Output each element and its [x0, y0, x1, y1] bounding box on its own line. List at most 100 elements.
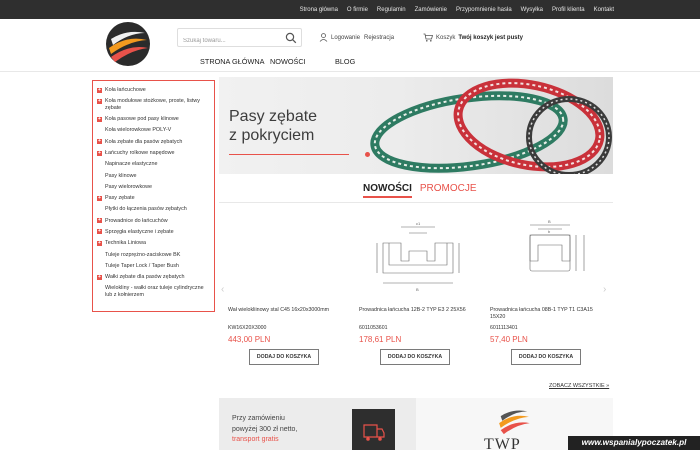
- product-price: 443,00 PLN: [228, 335, 271, 344]
- product-name[interactable]: Prowadnica łańcucha 08B-1 TYP T1 C3A15 1…: [490, 307, 608, 320]
- sidebar-item[interactable]: + Prowadnice do łańcuchów: [97, 218, 210, 225]
- expand-icon[interactable]: +: [97, 116, 102, 122]
- register-link[interactable]: Rejestracja: [364, 35, 394, 41]
- promo-text: Przy zamówieniu powyżej 300 zł netto, tr…: [232, 414, 297, 446]
- site-logo[interactable]: [105, 21, 151, 67]
- cart-widget[interactable]: Koszyk Twój koszyk jest pusty: [423, 33, 523, 42]
- search-icon[interactable]: [285, 32, 297, 44]
- sidebar-item-label: Płytki do łączenia pasów zębatych: [105, 206, 187, 213]
- top-nav-order[interactable]: Zamówienie: [415, 7, 447, 13]
- tabs-divider: [219, 202, 613, 203]
- product-image[interactable]: [238, 213, 336, 293]
- sidebar-item[interactable]: + Pasy zębate: [97, 195, 210, 202]
- account-links: Logowanie Rejestracja: [319, 33, 398, 42]
- sidebar-item[interactable]: + Koła pasowe pod pasy klinowe: [97, 116, 210, 123]
- svg-text:c1: c1: [416, 221, 421, 226]
- top-nav-contact[interactable]: Kontakt: [594, 7, 614, 13]
- expand-icon[interactable]: +: [97, 218, 102, 224]
- product-name[interactable]: Prowadnica łańcucha 12B-2 TYP E3 2 25X56: [359, 307, 477, 314]
- cart-icon: [423, 33, 433, 42]
- sidebar-item-label: Tuleje Taper Lock / Taper Bush: [105, 262, 179, 269]
- sidebar-item[interactable]: + Sprzęgła elastyczne i zębate: [97, 229, 210, 236]
- sidebar-item[interactable]: Tuleje rozprężno-zaciskowe BK: [97, 252, 210, 259]
- product-price: 57,40 PLN: [490, 335, 528, 344]
- product-code: KW16X20X3000: [228, 325, 267, 331]
- main-nav-blog[interactable]: BLOG: [335, 57, 355, 66]
- sidebar-item[interactable]: + Łańcuchy rolkowe napędowe: [97, 150, 210, 157]
- sidebar-item[interactable]: + Koła zębate dla pasów zębatych: [97, 139, 210, 146]
- sidebar-item[interactable]: Wielokliny - wałki oraz tuleje cylindryc…: [97, 285, 210, 298]
- banner-line-1: Pasy zębate: [229, 108, 318, 125]
- top-nav-home[interactable]: Strona główna: [300, 7, 338, 13]
- sidebar-item[interactable]: Napinacze elastyczne: [97, 161, 210, 168]
- product-card: B b Prowadnica łańcucha 08B-1 TYP T1 C3A…: [490, 205, 608, 370]
- add-to-cart-button[interactable]: DODAJ DO KOSZYKA: [511, 349, 581, 365]
- truck-icon-box: [352, 409, 395, 450]
- sidebar-item[interactable]: + Technika Liniowa: [97, 240, 210, 247]
- brand-name: TWP: [484, 436, 521, 450]
- sidebar-item[interactable]: + Wałki zębate dla pasów zębatych: [97, 274, 210, 281]
- promo-line-1: Przy zamówieniu: [232, 415, 285, 422]
- expand-icon[interactable]: +: [97, 240, 102, 246]
- product-code: 6011113401: [490, 325, 518, 331]
- expand-icon[interactable]: +: [97, 139, 102, 145]
- top-nav-profile[interactable]: Profil klienta: [552, 7, 585, 13]
- expand-icon[interactable]: +: [97, 229, 102, 235]
- expand-icon[interactable]: +: [97, 98, 102, 104]
- sidebar-item-label: Pasy zębate: [105, 195, 135, 202]
- login-link[interactable]: Logowanie: [331, 35, 360, 41]
- tab-promotions[interactable]: PROMOCJE: [420, 183, 477, 198]
- sidebar-item-label: Koła modułowe stożkowe, proste, listwy z…: [105, 98, 200, 111]
- tab-new[interactable]: NOWOŚCI: [363, 183, 412, 198]
- sidebar-item[interactable]: Koła wielorowkowe POLY-V: [97, 127, 210, 134]
- cart-status: Twój koszyk jest pusty: [458, 34, 523, 41]
- banner-title: Pasy zębate z pokryciem: [229, 107, 317, 145]
- top-nav-shipping[interactable]: Wysyłka: [521, 7, 543, 13]
- sidebar-item-label: Pasy wielorowkowe: [105, 183, 153, 190]
- banner-dot[interactable]: [365, 152, 370, 157]
- see-all-link[interactable]: ZOBACZ WSZYSTKIE »: [549, 383, 609, 389]
- main-nav-new[interactable]: NOWOŚCI: [270, 57, 306, 66]
- carousel-prev-icon[interactable]: ‹: [221, 284, 224, 295]
- top-nav: Strona główna O firmie Regulamin Zamówie…: [291, 0, 614, 19]
- sidebar-item-label: Wałki zębate dla pasów zębatych: [105, 274, 185, 281]
- add-to-cart-button[interactable]: DODAJ DO KOSZYKA: [380, 349, 450, 365]
- top-nav-about[interactable]: O firmie: [347, 7, 368, 13]
- sidebar-item[interactable]: Pasy klinowe: [97, 173, 210, 180]
- search-input[interactable]: [178, 32, 282, 50]
- add-to-cart-button[interactable]: DODAJ DO KOSZYKA: [249, 349, 319, 365]
- main-nav-home[interactable]: STRONA GŁÓWNA: [200, 57, 264, 66]
- top-bar: Strona główna O firmie Regulamin Zamówie…: [0, 0, 700, 19]
- svg-text:B: B: [416, 287, 419, 292]
- sidebar-item-label: Napinacze elastyczne: [105, 161, 158, 168]
- sidebar-item-label: Koła łańcuchowe: [105, 87, 146, 93]
- svg-text:B: B: [548, 219, 551, 224]
- cart-label: Koszyk: [436, 34, 456, 41]
- sidebar-item[interactable]: Tuleje Taper Lock / Taper Bush: [97, 263, 210, 270]
- brand-logo: [499, 410, 530, 435]
- product-code: 6011053601: [359, 325, 388, 331]
- expand-icon[interactable]: +: [97, 195, 102, 201]
- product-image[interactable]: c1 B: [369, 213, 467, 293]
- expand-icon[interactable]: +: [97, 87, 102, 93]
- sidebar-item[interactable]: Pasy wielorowkowe: [97, 184, 210, 191]
- product-card: Wał wielokliinowy stal C45 16x20x3000mm …: [228, 205, 346, 370]
- top-nav-password-reminder[interactable]: Przypomnienie hasła: [456, 7, 512, 13]
- sidebar-item-label: Koła zębate dla pasów zębatych: [105, 138, 183, 145]
- sidebar-item[interactable]: + Koła łańcuchowe: [97, 87, 210, 94]
- hero-banner[interactable]: Pasy zębate z pokryciem: [219, 77, 613, 174]
- product-tabs: NOWOŚCI PROMOCJE: [363, 183, 477, 198]
- sidebar-item[interactable]: Płytki do łączenia pasów zębatych: [97, 206, 210, 213]
- sidebar-item[interactable]: + Koła modułowe stożkowe, proste, listwy …: [97, 98, 210, 111]
- sidebar-item-label: Koła wielorowkowe POLY-V: [105, 127, 172, 134]
- product-name[interactable]: Wał wielokliinowy stal C45 16x20x3000mm: [228, 307, 346, 314]
- sidebar-item-label: Tuleje rozprężno-zaciskowe BK: [105, 251, 181, 258]
- expand-icon[interactable]: +: [97, 274, 102, 280]
- truck-icon: [363, 424, 385, 441]
- sidebar-item-label: Sprzęgła elastyczne i zębate: [105, 228, 174, 235]
- product-image[interactable]: B b: [500, 213, 598, 293]
- top-nav-terms[interactable]: Regulamin: [377, 7, 406, 13]
- expand-icon[interactable]: +: [97, 150, 102, 156]
- sidebar-item-label: Łańcuchy rolkowe napędowe: [105, 150, 175, 156]
- product-price: 178,61 PLN: [359, 335, 402, 344]
